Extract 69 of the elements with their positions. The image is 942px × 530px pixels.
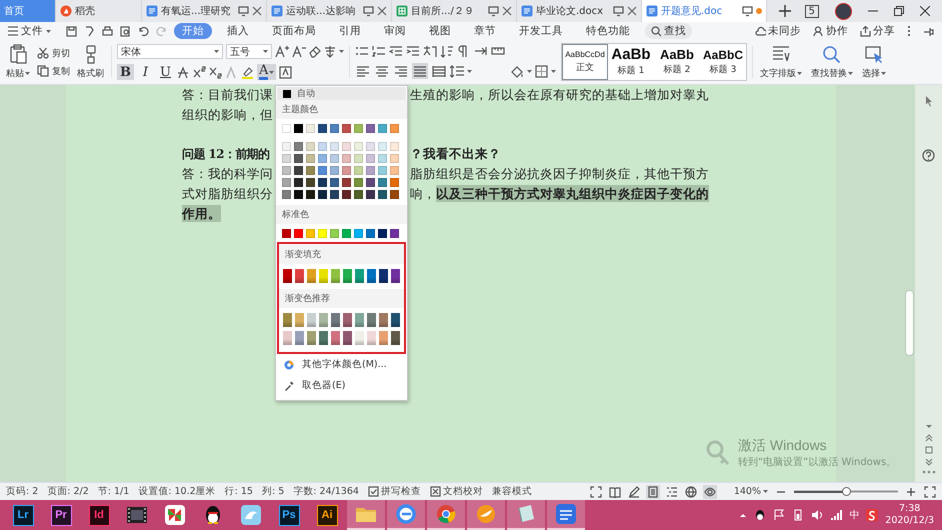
style-preset[interactable]: AaBb 标题 2 [654,44,700,80]
clock[interactable]: 7:38 2020/12/3 [885,503,934,527]
document-tab[interactable]: 开题意见.doc [642,0,767,22]
format-painter-button[interactable]: 格式刷 [75,40,106,84]
more-colors-option[interactable]: 其他字体颜色(M)... [276,354,407,375]
select-tool-button[interactable]: 选择 [860,40,888,84]
automatic-color-option[interactable]: 自动 [277,87,406,100]
body-text: 作用。 [182,206,221,222]
copy-button[interactable]: 复制 [37,64,70,78]
section-title: 渐变填充 [279,245,404,264]
body-text: 组织的影响，但 [182,106,273,124]
search-button[interactable]: 查找 [645,23,692,39]
font-color-button[interactable]: A [257,64,276,80]
body-text: 答：目前我们课 [182,86,273,104]
style-preset[interactable]: AaBbC 标题 3 [700,44,746,80]
status-toggle[interactable]: 拼写检查 [368,485,421,498]
window-count-badge[interactable]: 5 [804,4,819,18]
color-picker-option[interactable]: 取色器(E) [276,375,407,396]
section-title: 标准色 [276,205,407,224]
ribbon-tab[interactable]: 视图 [421,23,459,39]
taskbar-app[interactable]: Ps [270,500,308,530]
underline-button[interactable]: U [157,64,174,80]
ribbon-tab[interactable]: 章节 [466,23,504,39]
cut-button[interactable]: 剪切 [37,46,70,60]
ribbon-tab[interactable]: 开发工具 [511,23,571,39]
style-preset[interactable]: AaBbCcDd 正文 [562,44,608,80]
taskbar-app[interactable]: Lr [4,500,42,530]
input-method-indicator[interactable]: 中 [849,508,860,522]
activation-message: 转到“电脑设置”以激活 Windows。 [738,456,896,469]
status-field: 页码: 2 [6,485,38,498]
status-field: 设置值: 10.2厘米 [138,485,216,498]
paste-button[interactable]: 粘贴 [4,40,32,84]
ribbon-tab[interactable]: 审阅 [376,23,414,39]
status-field: 字数: 24/1364 [293,485,359,498]
status-field: 页面: 2/2 [47,485,89,498]
file-menu[interactable]: 文件 [8,24,51,38]
ribbon-tab[interactable]: 插入 [219,23,257,39]
toolbar-button[interactable]: 协作 [813,24,848,38]
body-text: 答：我的科学问 [182,166,273,182]
body-text: 式对脂肪组织分 [182,186,273,202]
italic-button[interactable]: I [137,64,154,80]
ribbon-tab[interactable]: 特色功能 [578,23,638,39]
bold-button[interactable]: B [117,64,134,80]
taskbar-app[interactable]: Ai [308,500,346,530]
question-text: 问题 12：前期的 [182,146,270,162]
find-tool-button[interactable]: 查找替换 [809,40,855,84]
taskbar-app[interactable]: Pr [42,500,80,530]
toolbar-button[interactable]: 未同步 [755,24,801,38]
toolbar-button[interactable]: 分享 [860,24,895,38]
compatibility-mode-label: 兼容模式 [492,485,532,498]
ribbon-tab[interactable]: 引用 [331,23,369,39]
section-title: 渐变色推荐 [279,289,404,308]
status-field: 列: 5 [262,485,284,498]
font-size-field[interactable]: 五号 [226,44,272,59]
body-text: 响，以及三种干预方式对睾丸组织中炎症因子变化的 [410,186,709,202]
status-toggle[interactable]: 文档校对 [430,485,483,498]
activation-title: 激活 Windows [738,437,828,455]
status-field: 节: 1/1 [98,485,130,498]
status-field: 行: 15 [224,485,253,498]
ribbon-tab[interactable]: 页面布局 [264,23,324,39]
zoom-dropdown[interactable]: 140% [734,486,768,497]
question-text: ？我看不出来？ [410,146,501,162]
taskbar-app[interactable]: Id [80,500,118,530]
body-text: 脂肪组织是否会分泌抗炎因子抑制炎症，其他干预方 [410,166,709,182]
layout-tool-button[interactable]: 文字排版 [758,40,804,84]
section-title: 主题颜色 [276,100,407,119]
style-preset[interactable]: AaBb 标题 1 [608,44,654,80]
font-name-field[interactable]: 宋体 [117,44,223,59]
body-text: 生殖的影响，所以会在原有研究的基础上增加对睾丸 [410,86,709,104]
